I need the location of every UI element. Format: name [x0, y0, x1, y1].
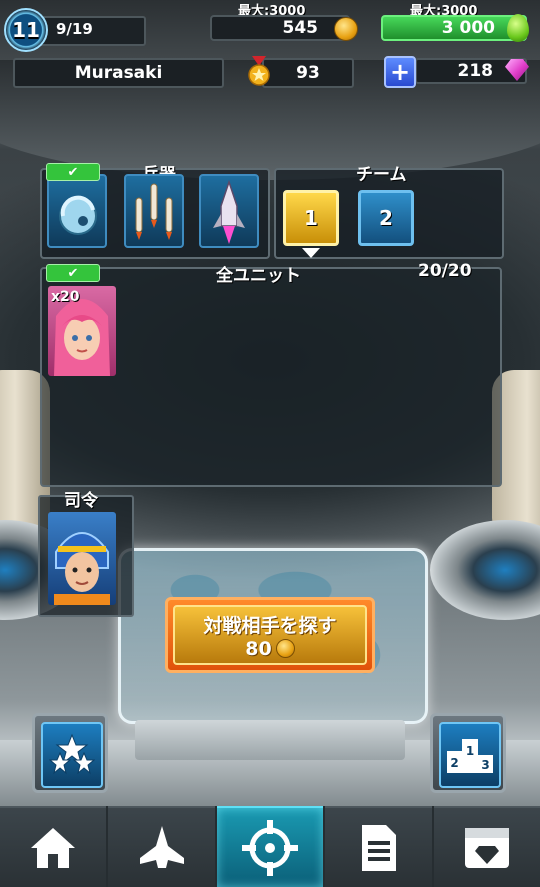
coins-value: 545: [282, 18, 319, 38]
tab-ships[interactable]: [108, 806, 215, 887]
weapon-slot-rocket[interactable]: [199, 174, 259, 248]
unit-check-icon: ✔: [46, 264, 100, 282]
hologram-base: [135, 720, 405, 760]
achievements-button[interactable]: [32, 713, 108, 793]
rocket-ship-icon: [213, 179, 245, 244]
find-cost-value: 80: [245, 637, 272, 660]
leaderboard-podium-icon: 2 1 3: [447, 739, 493, 773]
svg-text:1: 1: [466, 744, 474, 758]
find-opponent-inner: 対戦相手を探す 80: [173, 605, 367, 665]
ship-icon: [139, 825, 184, 868]
level-badge[interactable]: 11: [4, 8, 48, 52]
find-opponent-label: 対戦相手を探す: [203, 614, 337, 637]
all-units-label: 全ユニット: [216, 266, 301, 286]
energy-value: 3 000: [441, 18, 495, 38]
medal-icon: [248, 56, 270, 86]
tab-battle[interactable]: [216, 806, 324, 887]
unit-multiplier: x20: [51, 289, 80, 305]
stars-icon: [49, 733, 95, 775]
tab-home[interactable]: [0, 806, 107, 887]
bottom-nav: [0, 806, 540, 887]
trophy-value: 93: [296, 63, 320, 83]
coins-counter[interactable]: 545: [210, 15, 350, 41]
document-icon: [362, 824, 397, 871]
commander-card[interactable]: [48, 512, 116, 605]
tab-missions[interactable]: [325, 806, 432, 887]
blue-helmet-commander-portrait: [54, 532, 110, 605]
svg-text:3: 3: [481, 758, 489, 772]
right-pod: [430, 520, 540, 620]
energy-counter[interactable]: 3 000: [381, 15, 527, 41]
player-name: Murasaki: [74, 63, 163, 83]
find-opponent-cost: 80: [245, 637, 295, 660]
equipped-check-icon: ✔: [46, 163, 100, 181]
unit-count: 20/20: [418, 261, 472, 281]
team-label: チーム: [356, 165, 407, 185]
home-icon: [31, 827, 76, 868]
level-value: 11: [12, 18, 40, 42]
gem-value: 218: [457, 61, 494, 81]
coin-icon: [275, 639, 295, 658]
weapon-slot-shield-drone[interactable]: [47, 174, 107, 248]
add-gems-button[interactable]: +: [384, 56, 416, 88]
missile-cluster-icon: [135, 183, 173, 240]
tab-store[interactable]: [433, 806, 540, 887]
trophy-counter[interactable]: 93: [262, 58, 354, 88]
player-name-box[interactable]: Murasaki: [13, 58, 224, 88]
shield-drone-icon: [59, 195, 97, 235]
svg-text:2: 2: [450, 756, 458, 770]
energy-drop-icon: [507, 14, 529, 42]
crosshair-icon: [242, 819, 299, 876]
team-2-button[interactable]: 2: [358, 190, 414, 246]
leaderboard-button[interactable]: 2 1 3: [430, 713, 506, 793]
coin-icon: [334, 17, 358, 41]
store-gem-icon: [464, 827, 509, 868]
team-pointer: [302, 248, 320, 258]
xp-text: 9/19: [56, 20, 93, 38]
weapon-slot-missiles[interactable]: [124, 174, 184, 248]
find-opponent-button[interactable]: 対戦相手を探す 80: [165, 597, 375, 673]
commander-label: 司令: [64, 491, 98, 511]
team-1-button[interactable]: 1: [283, 190, 339, 246]
